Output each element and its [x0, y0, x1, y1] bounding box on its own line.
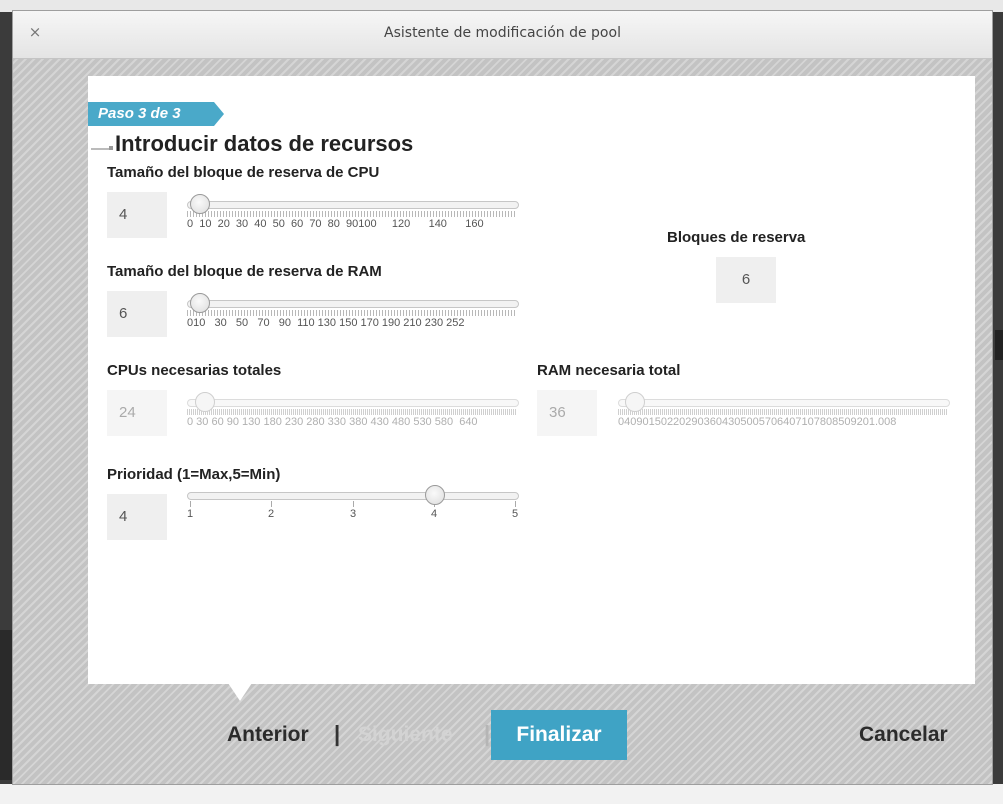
- ram-block-slider-handle[interactable]: [190, 293, 210, 313]
- cpus-total-value-field: 24: [107, 390, 167, 436]
- cpus-total-slider: 0 30 60 90 130 180 230 280 330 380 430 4…: [187, 392, 519, 432]
- cpu-block-slider[interactable]: 0 10 20 30 40 50 60 70 80 90100 120 140 …: [187, 194, 519, 234]
- ram-block-slider-ticks: [187, 310, 517, 316]
- ram-total-slider-scale: 0409015022029036043050057064071078085092…: [618, 416, 897, 428]
- cpu-block-value-field[interactable]: 4: [107, 192, 167, 238]
- cancel-button[interactable]: Cancelar: [859, 723, 948, 747]
- section-marker: [91, 148, 109, 150]
- priority-tick: [515, 501, 516, 507]
- ram-block-slider-track[interactable]: [187, 300, 519, 308]
- cpus-total-slider-ticks: [187, 409, 517, 415]
- priority-tick: [271, 501, 272, 507]
- ram-block-slider-scale: 010 30 50 70 90 110 130 150 170 190 210 …: [187, 317, 465, 329]
- close-icon[interactable]: ×: [25, 22, 45, 42]
- cpus-total-label: CPUs necesarias totales: [107, 362, 282, 379]
- ram-total-label: RAM necesaria total: [537, 362, 681, 379]
- ram-block-slider[interactable]: 010 30 50 70 90 110 130 150 170 190 210 …: [187, 293, 519, 333]
- wizard-content-panel: Paso 3 de 3 Introducir datos de recursos…: [88, 76, 975, 684]
- priority-tick-label: 1: [187, 508, 194, 520]
- priority-tick-label: 4: [431, 508, 438, 520]
- background-edge: [0, 630, 12, 780]
- priority-tick: [190, 501, 191, 507]
- priority-tick-label: 5: [512, 508, 519, 520]
- priority-tick-label: 2: [268, 508, 275, 520]
- cpu-block-label: Tamaño del bloque de reserva de CPU: [107, 164, 380, 181]
- priority-value-field[interactable]: 4: [107, 494, 167, 540]
- footer-separator: |: [334, 721, 341, 746]
- cpu-block-slider-track[interactable]: [187, 201, 519, 209]
- cpus-total-slider-track: [187, 399, 519, 407]
- cpu-block-slider-ticks: [187, 211, 517, 217]
- section-title: Introducir datos de recursos: [115, 131, 414, 156]
- priority-slider-handle[interactable]: [425, 485, 445, 505]
- wizard-dialog: Asistente de modificación de pool × Paso…: [12, 10, 993, 785]
- ram-total-value-field: 36: [537, 390, 597, 436]
- footer-separator: |: [484, 721, 491, 746]
- priority-slider[interactable]: 1 2 3 4 5: [187, 485, 519, 525]
- dialog-title: Asistente de modificación de pool: [384, 25, 621, 41]
- priority-slider-track[interactable]: [187, 492, 519, 500]
- ram-total-slider-track: [618, 399, 950, 407]
- finish-button[interactable]: Finalizar: [491, 710, 627, 760]
- section-marker-dot: [109, 146, 113, 150]
- background-app-footer: [0, 784, 1003, 804]
- previous-button[interactable]: Anterior: [227, 723, 309, 747]
- reserve-blocks-label: Bloques de reserva: [667, 229, 806, 246]
- next-button: Siguiente: [358, 723, 453, 746]
- ram-total-slider-ticks: [618, 409, 948, 415]
- ram-block-value-field[interactable]: 6: [107, 291, 167, 337]
- cpus-total-slider-scale: 0 30 60 90 130 180 230 280 330 380 430 4…: [187, 416, 478, 428]
- priority-label: Prioridad (1=Max,5=Min): [107, 466, 281, 483]
- dialog-titlebar: Asistente de modificación de pool ×: [13, 11, 992, 59]
- ram-block-label: Tamaño del bloque de reserva de RAM: [107, 263, 382, 280]
- background-scroll-mark: [995, 330, 1003, 360]
- step-indicator: Paso 3 de 3: [88, 102, 224, 126]
- reserve-blocks-value: 6: [716, 257, 776, 303]
- cpus-total-slider-handle: [195, 392, 215, 412]
- cpu-block-slider-scale: 0 10 20 30 40 50 60 70 80 90100 120 140 …: [187, 218, 484, 230]
- ram-total-slider-handle: [625, 392, 645, 412]
- priority-tick-label: 3: [350, 508, 357, 520]
- panel-pointer: [228, 683, 252, 701]
- ram-total-slider: 0409015022029036043050057064071078085092…: [618, 392, 950, 432]
- priority-tick: [353, 501, 354, 507]
- cpu-block-slider-handle[interactable]: [190, 194, 210, 214]
